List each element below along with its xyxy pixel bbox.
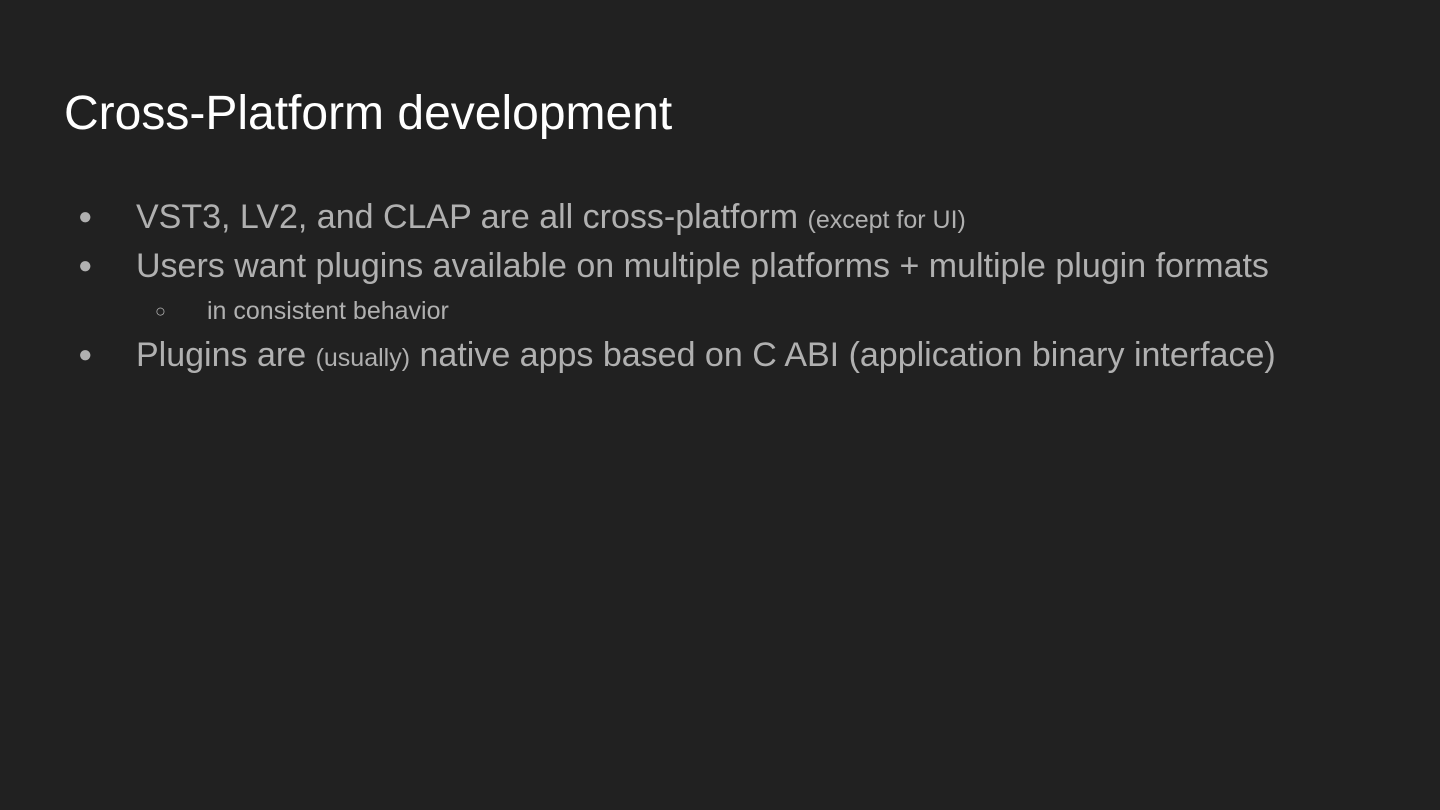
bullet-main-text: VST3, LV2, and CLAP are all cross-platfo… [136, 198, 799, 236]
bullet-text: Users want plugins available on multiple… [136, 247, 1269, 285]
bullet-aside-text: (usually) [315, 344, 411, 372]
bullet-main-text: Plugins are [136, 336, 307, 374]
slide: Cross-Platform development ● VST3, LV2, … [0, 0, 1440, 810]
bullet-aside-text: (except for UI) [807, 206, 966, 234]
disc-bullet-icon: ● [78, 341, 93, 368]
bullet-main-text-cont: native apps based on C ABI (application … [419, 336, 1276, 374]
bullet-text: VST3, LV2, and CLAP are all cross-platfo… [136, 196, 966, 241]
disc-bullet-icon: ● [78, 203, 93, 230]
slide-title: Cross-Platform development [64, 87, 673, 140]
circle-bullet-icon: ○ [155, 301, 166, 321]
sub-bullet-text: in consistent behavior [207, 297, 449, 325]
disc-bullet-icon: ● [78, 252, 93, 279]
bullet-text: Plugins are (usually) native apps based … [136, 334, 1276, 379]
